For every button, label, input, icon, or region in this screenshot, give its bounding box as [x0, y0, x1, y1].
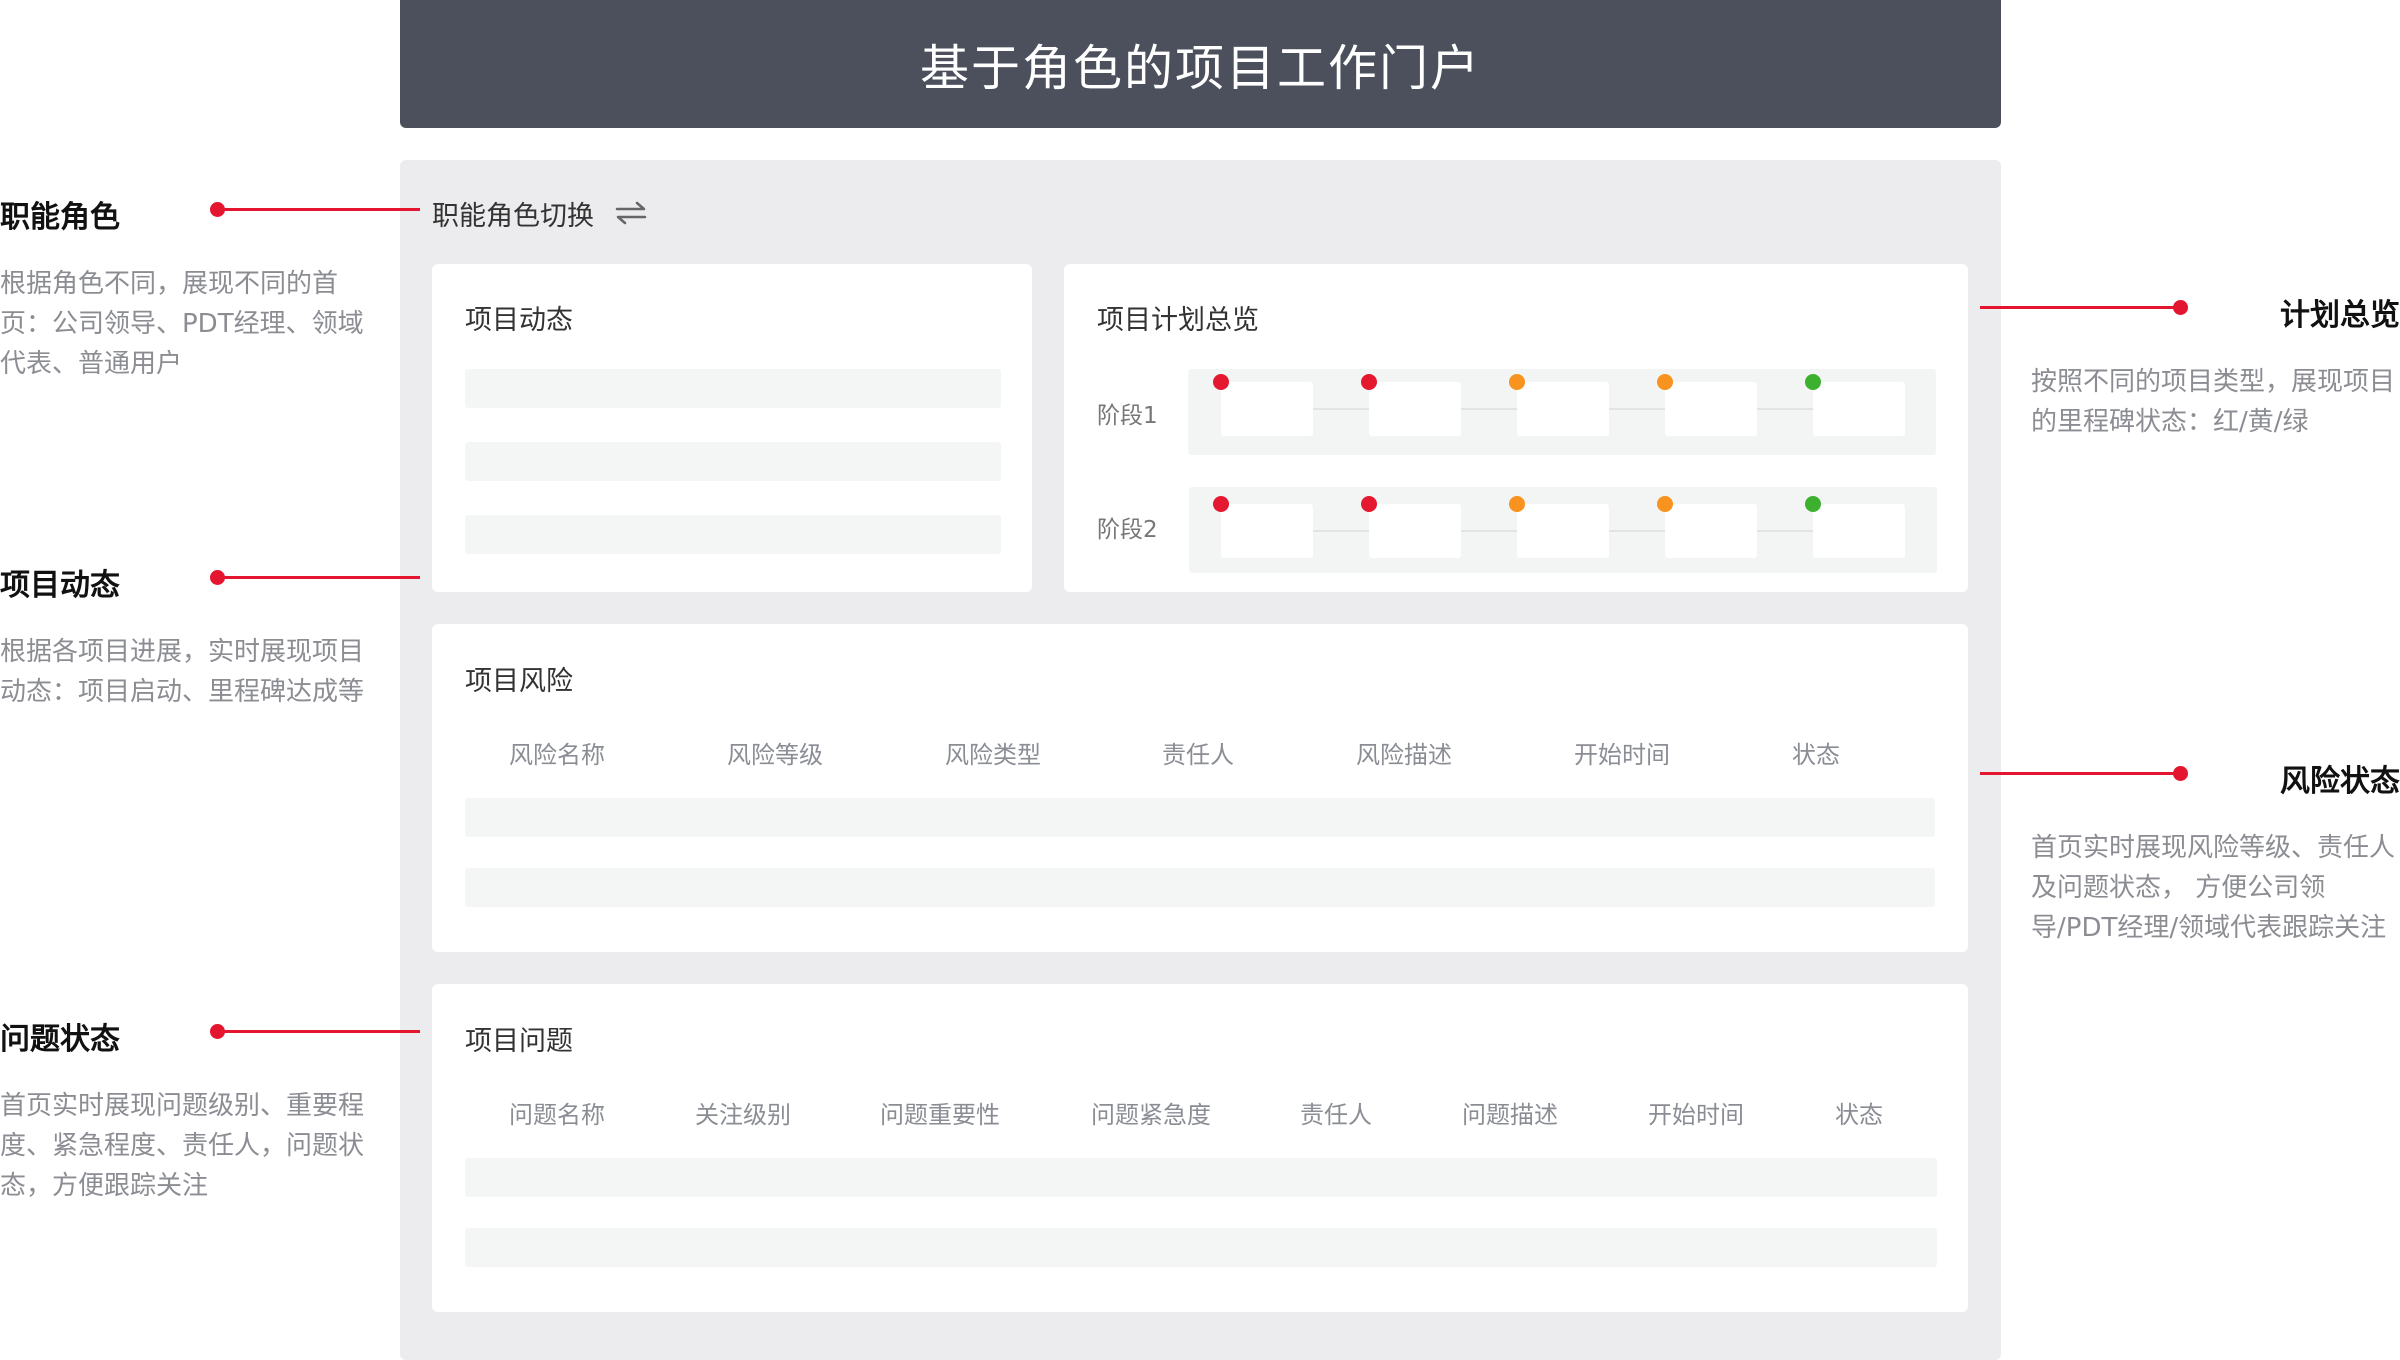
issue-placeholder-row [465, 1158, 1937, 1197]
portal-title: 基于角色的项目工作门户 [919, 39, 1481, 97]
dynamics-placeholder-row [465, 369, 1001, 408]
milestone-connector [1609, 530, 1665, 532]
dynamics-placeholder-row [465, 515, 1001, 554]
risk-column-header: 责任人 [1162, 741, 1234, 769]
milestone-card[interactable] [1813, 504, 1905, 558]
milestone-card[interactable] [1665, 504, 1757, 558]
milestone-card[interactable] [1221, 504, 1313, 558]
issue-column-header: 开始时间 [1648, 1101, 1744, 1129]
milestone-card[interactable] [1665, 382, 1757, 436]
risk-column-header: 风险等级 [727, 741, 823, 769]
milestone-connector [1313, 530, 1369, 532]
milestone-connector [1609, 408, 1665, 410]
risk-column-header: 状态 [1792, 741, 1840, 769]
milestone-connector [1461, 530, 1517, 532]
milestone-status-yellow-dot [1509, 374, 1525, 390]
project-risk-title: 项目风险 [465, 666, 573, 697]
milestone-card[interactable] [1517, 504, 1609, 558]
project-issue-card: 项目问题 问题名称 关注级别 问题重要性 问题紧急度 责任人 问题描述 开始时间 状态 [432, 984, 1968, 1312]
project-dynamics-title: 项目动态 [465, 305, 573, 336]
issue-placeholder-row [465, 1228, 1937, 1267]
role-switch-label: 职能角色切换 [432, 200, 594, 232]
plan-overview-card: 项目计划总览 阶段1 阶段2 [1064, 264, 1968, 592]
risk-placeholder-row [465, 868, 1935, 907]
annotation-dynamics-title: 项目动态 [0, 568, 120, 603]
issue-column-header: 责任人 [1300, 1101, 1372, 1129]
annotation-issue-title: 问题状态 [0, 1022, 120, 1057]
milestone-status-yellow-dot [1657, 496, 1673, 512]
project-dynamics-card: 项目动态 [432, 264, 1032, 592]
dynamics-placeholder-row [465, 442, 1001, 481]
milestone-status-green-dot [1805, 496, 1821, 512]
annotation-risk-desc: 首页实时展现风险等级、责任人及问题状态， 方便公司领导/PDT经理/领域代表跟踪… [2031, 833, 2396, 943]
annotation-pointer-line [217, 208, 420, 211]
milestone-status-green-dot [1805, 374, 1821, 390]
issue-column-header: 问题重要性 [880, 1101, 1000, 1129]
milestone-connector [1461, 408, 1517, 410]
milestone-status-yellow-dot [1657, 374, 1673, 390]
risk-column-header: 风险类型 [945, 741, 1041, 769]
milestone-status-yellow-dot [1509, 496, 1525, 512]
annotation-dynamics-desc: 根据各项目进展，实时展现项目动态：项目启动、里程碑达成等 [0, 637, 365, 707]
issue-column-header: 问题紧急度 [1091, 1101, 1211, 1129]
project-issue-title: 项目问题 [465, 1026, 573, 1057]
milestone-card[interactable] [1517, 382, 1609, 436]
project-risk-card: 项目风险 风险名称 风险等级 风险类型 责任人 风险描述 开始时间 状态 [432, 624, 1968, 952]
issue-column-header: 问题名称 [509, 1101, 605, 1129]
milestone-status-red-dot [1213, 496, 1229, 512]
annotation-pointer-dot [2173, 766, 2188, 781]
annotation-role-desc: 根据角色不同，展现不同的首页：公司领导、PDT经理、领域代表、普通用户 [0, 269, 364, 379]
annotation-plan-desc: 按照不同的项目类型，展现项目的里程碑状态：红/黄/绿 [2031, 367, 2396, 437]
annotation-role-title: 职能角色 [0, 200, 120, 235]
issue-column-header: 状态 [1835, 1101, 1883, 1129]
milestone-connector [1757, 408, 1813, 410]
annotation-pointer-line [1980, 306, 2180, 309]
annotation-issue-desc: 首页实时展现问题级别、重要程度、紧急程度、责任人，问题状态，方便跟踪关注 [0, 1091, 365, 1201]
portal-header: 基于角色的项目工作门户 [400, 0, 2001, 128]
annotation-risk-title: 风险状态 [2280, 764, 2400, 799]
milestone-card[interactable] [1369, 504, 1461, 558]
issue-column-header: 关注级别 [695, 1101, 791, 1129]
milestone-status-red-dot [1361, 374, 1377, 390]
annotation-pointer-line [217, 576, 420, 579]
milestone-connector [1757, 530, 1813, 532]
annotation-plan-title: 计划总览 [2280, 298, 2400, 333]
stage-label: 阶段2 [1097, 517, 1158, 543]
stage-label: 阶段1 [1097, 403, 1158, 429]
milestone-connector [1313, 408, 1369, 410]
annotation-pointer-line [1980, 772, 2180, 775]
risk-column-header: 风险名称 [509, 741, 605, 769]
risk-column-header: 开始时间 [1574, 741, 1670, 769]
role-switch[interactable]: 职能角色切换 [432, 193, 648, 233]
milestone-card[interactable] [1813, 382, 1905, 436]
milestone-status-red-dot [1213, 374, 1229, 390]
risk-placeholder-row [465, 798, 1935, 837]
issue-column-header: 问题描述 [1462, 1101, 1558, 1129]
milestone-card[interactable] [1369, 382, 1461, 436]
risk-column-header: 风险描述 [1356, 741, 1452, 769]
milestone-card[interactable] [1221, 382, 1313, 436]
milestone-status-red-dot [1361, 496, 1377, 512]
annotation-pointer-line [217, 1030, 420, 1033]
swap-arrows-icon[interactable] [614, 200, 648, 226]
annotation-pointer-dot [2173, 300, 2188, 315]
plan-overview-title: 项目计划总览 [1097, 305, 1259, 336]
